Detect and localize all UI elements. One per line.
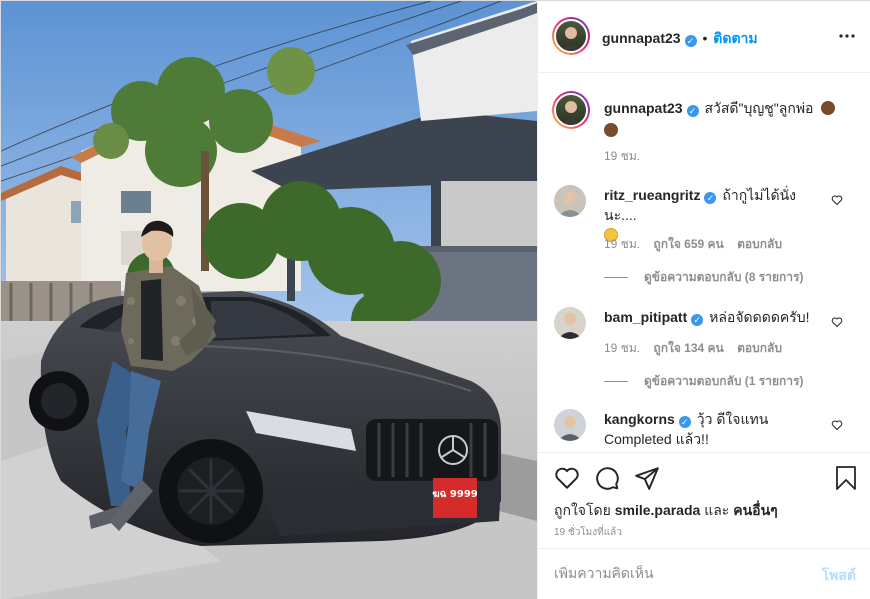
post-photo-illustration: ฆฉ 9999 [1, 1, 537, 599]
comment-text: หล่อจัดดดดครับ! [709, 309, 810, 325]
comment-likes[interactable]: ถูกใจ 659 คน [653, 237, 723, 251]
avatar-icon [558, 416, 582, 441]
like-comment-icon[interactable] [831, 419, 843, 431]
plate-text: ฆฉ 9999 [432, 489, 478, 500]
share-paper-plane-icon[interactable] [634, 465, 660, 491]
header-username[interactable]: gunnapat23 [602, 30, 681, 46]
comment-time: 19 ชม. [604, 341, 641, 355]
caption-text: สวัสดี"บุญชู"ลูกพ่อ [704, 100, 814, 116]
liked-by-prefix: ถูกใจโดย [554, 502, 611, 518]
avatar-icon [561, 27, 581, 51]
instagram-post-modal: ฆฉ 9999 gunnapat23 ✓ • ติดตาม gunnapat23… [0, 0, 870, 599]
liked-by-others[interactable]: คนอื่นๆ [733, 502, 777, 518]
reply-button[interactable]: ตอบกลับ [737, 237, 782, 251]
verified-badge-icon: ✓ [684, 35, 697, 47]
avatar-icon [561, 101, 581, 125]
post-details-panel: gunnapat23 ✓ • ติดตาม gunnapat23 ✓ สวัสดี"… [537, 1, 870, 599]
caption-username[interactable]: gunnapat23 [604, 100, 683, 116]
man-emoji-icon [604, 123, 618, 137]
comment-avatar[interactable] [554, 307, 586, 339]
comment-bubble-icon[interactable] [594, 465, 620, 491]
liked-by: ถูกใจโดย smile.parada และ คนอื่นๆ [554, 500, 778, 522]
comment-text-line2: Completed แล้ว!! [604, 431, 709, 447]
comment-avatar[interactable] [554, 409, 586, 441]
comment-username[interactable]: bam_pitipatt [604, 309, 687, 325]
post-comment-button[interactable]: โพสต์ [822, 565, 856, 587]
view-replies-label: ดูข้อความตอบกลับ (1 รายการ) [644, 374, 804, 388]
comment-likes[interactable]: ถูกใจ 134 คน [653, 341, 723, 355]
view-replies-label: ดูข้อความตอบกลับ (8 รายการ) [644, 270, 804, 284]
add-comment-bar: โพสต์ [538, 548, 870, 599]
bookmark-icon[interactable] [834, 465, 858, 491]
comment-text: วุ้ว ดีใจแทน [696, 411, 769, 427]
man-emoji-icon [821, 101, 836, 115]
header-separator: • [702, 30, 708, 46]
comment-username[interactable]: ritz_rueangritz [604, 187, 700, 203]
view-replies-button[interactable]: ดูข้อความตอบกลับ (8 รายการ) [604, 268, 803, 287]
divider [604, 277, 628, 279]
caption-avatar[interactable] [552, 91, 590, 129]
post-actions: ถูกใจโดย smile.parada และ คนอื่นๆ 19 ชั่… [538, 452, 870, 538]
verified-badge-icon: ✓ [691, 314, 704, 326]
verified-badge-icon: ✓ [704, 192, 717, 204]
view-replies-button[interactable]: ดูข้อความตอบกลับ (1 รายการ) [604, 372, 803, 391]
comment-username[interactable]: kangkorns [604, 411, 675, 427]
verified-badge-icon: ✓ [686, 105, 699, 117]
comment-avatar[interactable] [554, 185, 586, 217]
header-avatar[interactable] [552, 17, 590, 55]
like-comment-icon[interactable] [831, 316, 843, 328]
reply-button[interactable]: ตอบกลับ [737, 341, 782, 355]
liked-by-user[interactable]: smile.parada [615, 502, 701, 518]
more-options-icon[interactable] [838, 27, 856, 45]
divider [604, 381, 628, 383]
post-header: gunnapat23 ✓ • ติดตาม [538, 1, 870, 73]
avatar-icon [558, 313, 582, 339]
verified-badge-icon: ✓ [678, 416, 691, 428]
comment-input[interactable] [554, 565, 794, 581]
liked-by-and: และ [704, 502, 730, 518]
post-image[interactable]: ฆฉ 9999 [1, 1, 537, 599]
post-timestamp[interactable]: 19 ชั่วโมงที่แล้ว [554, 525, 622, 540]
follow-button[interactable]: ติดตาม [713, 30, 757, 46]
comment-time: 19 ชม. [604, 237, 641, 251]
like-heart-icon[interactable] [554, 465, 580, 491]
like-comment-icon[interactable] [831, 194, 843, 206]
avatar-icon [558, 192, 582, 217]
caption-time: 19 ชม. [604, 149, 641, 163]
